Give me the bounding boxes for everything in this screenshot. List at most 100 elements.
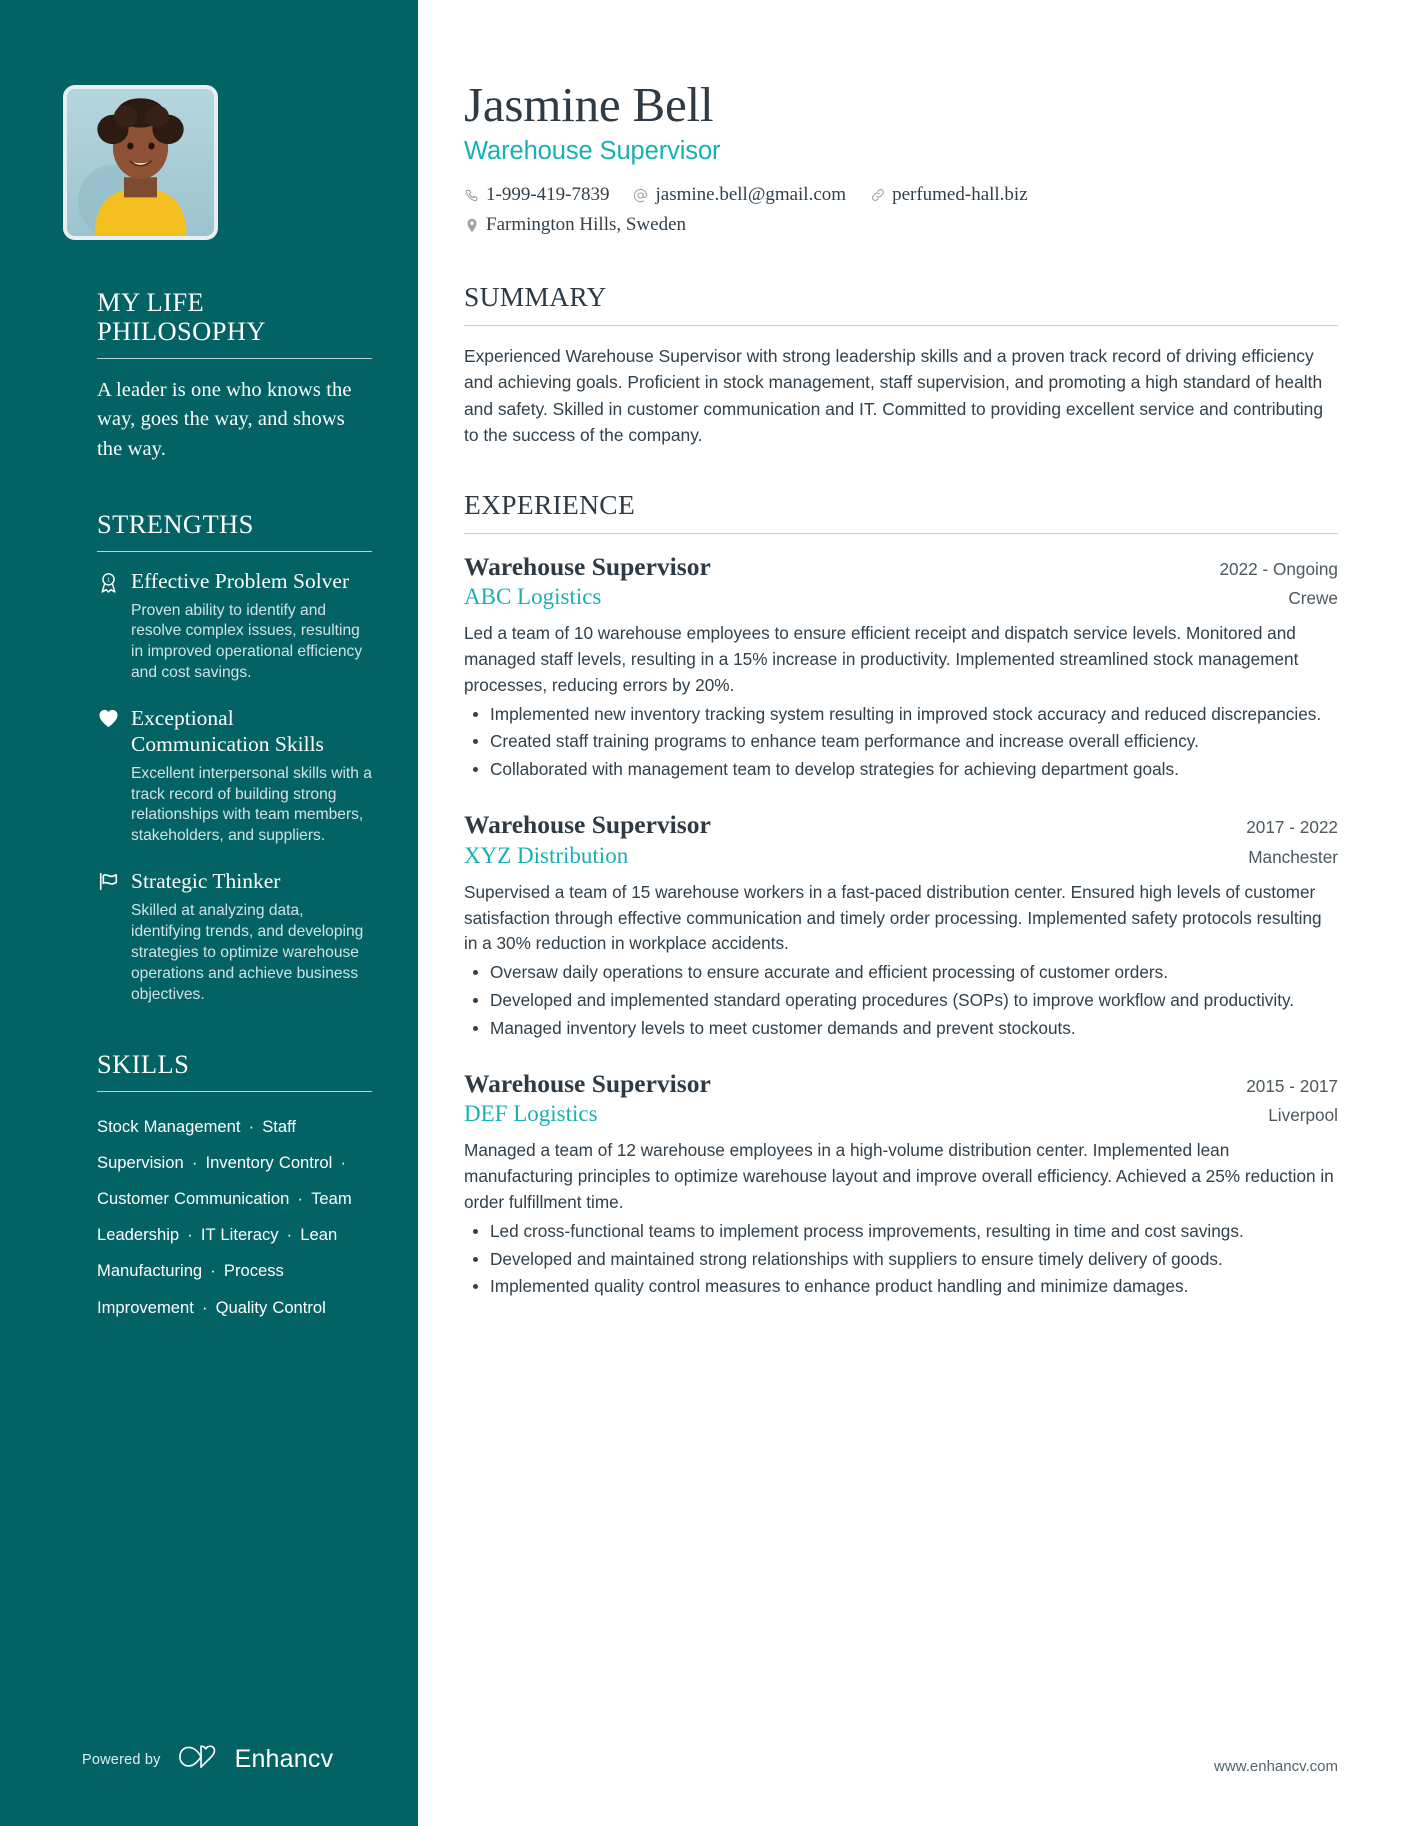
skill-separator: · — [205, 1261, 221, 1281]
experience-job-title: Warehouse Supervisor — [464, 551, 711, 581]
experience-title-row: Warehouse Supervisor 2015 - 2017 — [464, 1068, 1338, 1100]
experience-description: Supervised a team of 15 warehouse worker… — [464, 881, 1322, 954]
experience-company: ABC Logistics — [464, 584, 602, 610]
skill-separator: · — [281, 1225, 298, 1245]
skills-section: SKILLS Stock Management · Staff Supervis… — [97, 1048, 372, 1326]
experience-company-row: ABC Logistics Crewe — [464, 582, 1338, 612]
experience-title-row: Warehouse Supervisor 2017 - 2022 — [464, 809, 1338, 841]
contact-location: Farmington Hills, Sweden — [464, 210, 686, 240]
experience-location: Crewe — [1288, 588, 1338, 609]
skill-separator: · — [335, 1152, 346, 1172]
strength-title: Exceptional Communication Skills — [131, 706, 324, 756]
powered-by-enhancv: Powered by Enhancv — [82, 1744, 333, 1775]
experience-item: Warehouse Supervisor 2015 - 2017 DEF Logis… — [464, 1068, 1338, 1301]
contact-website[interactable]: perfumed-hall.biz — [870, 180, 1028, 210]
strengths-heading: STRENGTHS — [97, 508, 254, 539]
skill-item: Stock Management — [97, 1116, 241, 1136]
skill-separator: · — [243, 1116, 260, 1136]
resume-header: Jasmine Bell Warehouse Supervisor 1-999-… — [464, 77, 1338, 241]
strength-item: Strategic Thinker Skilled at analyzing d… — [97, 869, 372, 1005]
experience-location: Liverpool — [1268, 1105, 1338, 1126]
contact-phone[interactable]: 1-999-419-7839 — [464, 180, 609, 210]
experience-job-title: Warehouse Supervisor — [464, 1068, 711, 1098]
skill-separator: · — [182, 1225, 198, 1245]
powered-by-label: Powered by — [82, 1751, 161, 1768]
at-sign-icon — [633, 187, 648, 203]
skill-separator: · — [186, 1152, 203, 1172]
contact-row-primary: 1-999-419-7839 jasmine.bell@gmail.com pe… — [464, 180, 1338, 210]
enhancv-infinity-heart-icon — [178, 1744, 226, 1775]
skill-item: IT Literacy — [200, 1225, 279, 1245]
experience-company-row: DEF Logistics Liverpool — [464, 1099, 1338, 1129]
experience-company: XYZ Distribution — [464, 842, 629, 868]
experience-divider — [464, 532, 1338, 534]
phone-icon — [464, 187, 479, 203]
experience-bullet: Oversaw daily operations to ensure accur… — [464, 960, 1338, 986]
experience-item: Warehouse Supervisor 2022 - Ongoing ABC Lo… — [464, 551, 1338, 784]
skills-heading: SKILLS — [97, 1048, 190, 1079]
portrait-photo-icon — [67, 89, 214, 236]
skills-list: Stock Management · Staff Supervision · I… — [97, 1109, 372, 1326]
experience-job-title: Warehouse Supervisor — [464, 810, 711, 840]
strength-title: Strategic Thinker — [131, 869, 281, 894]
strength-item: 1 Effective Problem Solver Proven abilit… — [97, 569, 372, 684]
skill-item: Inventory Control — [205, 1152, 333, 1172]
site-url-footer: www.enhancv.com — [1214, 1758, 1338, 1775]
experience-item: Warehouse Supervisor 2017 - 2022 XYZ Distr… — [464, 809, 1338, 1042]
experience-bullet: Developed and implemented standard opera… — [464, 988, 1338, 1014]
summary-divider — [464, 324, 1338, 326]
summary-text: Experienced Warehouse Supervisor with st… — [464, 345, 1324, 446]
experience-bullet: Led cross-functional teams to implement … — [464, 1219, 1338, 1245]
experience-company-row: XYZ Distribution Manchester — [464, 841, 1338, 871]
experience-company: DEF Logistics — [464, 1101, 598, 1127]
experience-bullet: Created staff training programs to enhan… — [464, 729, 1338, 755]
experience-bullet: Implemented quality control measures to … — [464, 1274, 1338, 1300]
sidebar: MY LIFE PHILOSOPHY A leader is one who k… — [0, 0, 418, 1826]
philosophy-heading: MY LIFE PHILOSOPHY — [97, 287, 266, 347]
philosophy-section: MY LIFE PHILOSOPHY A leader is one who k… — [97, 287, 372, 464]
heart-icon — [97, 706, 119, 730]
experience-bullet: Managed inventory levels to meet custome… — [464, 1016, 1338, 1042]
contact-location-text: Farmington Hills, Sweden — [486, 214, 687, 236]
experience-location: Manchester — [1248, 846, 1338, 867]
experience-bullet: Implemented new inventory tracking syste… — [464, 702, 1338, 728]
resume-page: MY LIFE PHILOSOPHY A leader is one who k… — [0, 0, 1410, 1826]
strength-description: Proven ability to identify and resolve c… — [131, 601, 363, 682]
experience-bullet: Collaborated with management team to dev… — [464, 757, 1338, 783]
strength-description: Skilled at analyzing data, identifying t… — [131, 902, 364, 1003]
strengths-divider — [97, 550, 372, 552]
philosophy-divider — [97, 358, 372, 360]
contact-email[interactable]: jasmine.bell@gmail.com — [633, 180, 846, 210]
skills-divider — [97, 1090, 372, 1092]
philosophy-quote: A leader is one who knows the way, goes … — [97, 379, 352, 460]
experience-date: 2015 - 2017 — [1246, 1075, 1338, 1096]
job-role-subtitle: Warehouse Supervisor — [464, 136, 721, 165]
contact-block: 1-999-419-7839 jasmine.bell@gmail.com pe… — [464, 180, 1338, 241]
map-pin-icon — [464, 217, 479, 233]
skill-separator: · — [292, 1189, 309, 1208]
link-icon — [870, 187, 885, 203]
contact-email-text: jasmine.bell@gmail.com — [655, 183, 847, 205]
summary-section: SUMMARY Experienced Warehouse Supervisor… — [464, 281, 1338, 449]
contact-website-text: perfumed-hall.biz — [892, 183, 1028, 205]
strengths-section: STRENGTHS 1 Effective Problem Solver Pro… — [97, 508, 372, 1006]
flag-icon — [97, 869, 119, 893]
main-column: Jasmine Bell Warehouse Supervisor 1-999-… — [418, 0, 1410, 1826]
experience-list: Warehouse Supervisor 2022 - Ongoing ABC Lo… — [464, 551, 1338, 1301]
experience-bullet-list: Oversaw daily operations to ensure accur… — [464, 960, 1338, 1041]
strength-description: Excellent interpersonal skills with a tr… — [131, 764, 372, 845]
page-title: Jasmine Bell — [464, 77, 714, 132]
strength-title: Effective Problem Solver — [131, 568, 350, 593]
strength-item: Exceptional Communication Skills Excelle… — [97, 706, 372, 847]
contact-phone-text: 1-999-419-7839 — [486, 183, 610, 205]
avatar — [63, 85, 218, 240]
skill-separator: · — [196, 1297, 213, 1317]
experience-bullet-list: Implemented new inventory tracking syste… — [464, 702, 1338, 783]
experience-section: EXPERIENCE Warehouse Supervisor 2022 - On… — [464, 489, 1338, 1301]
contact-row-location: Farmington Hills, Sweden — [464, 210, 1338, 240]
experience-date: 2017 - 2022 — [1246, 817, 1338, 838]
award-ribbon-icon: 1 — [97, 569, 119, 593]
experience-description: Led a team of 10 warehouse employees to … — [464, 623, 1299, 695]
experience-bullet: Developed and maintained strong relation… — [464, 1247, 1338, 1273]
experience-date: 2022 - Ongoing — [1219, 558, 1339, 579]
